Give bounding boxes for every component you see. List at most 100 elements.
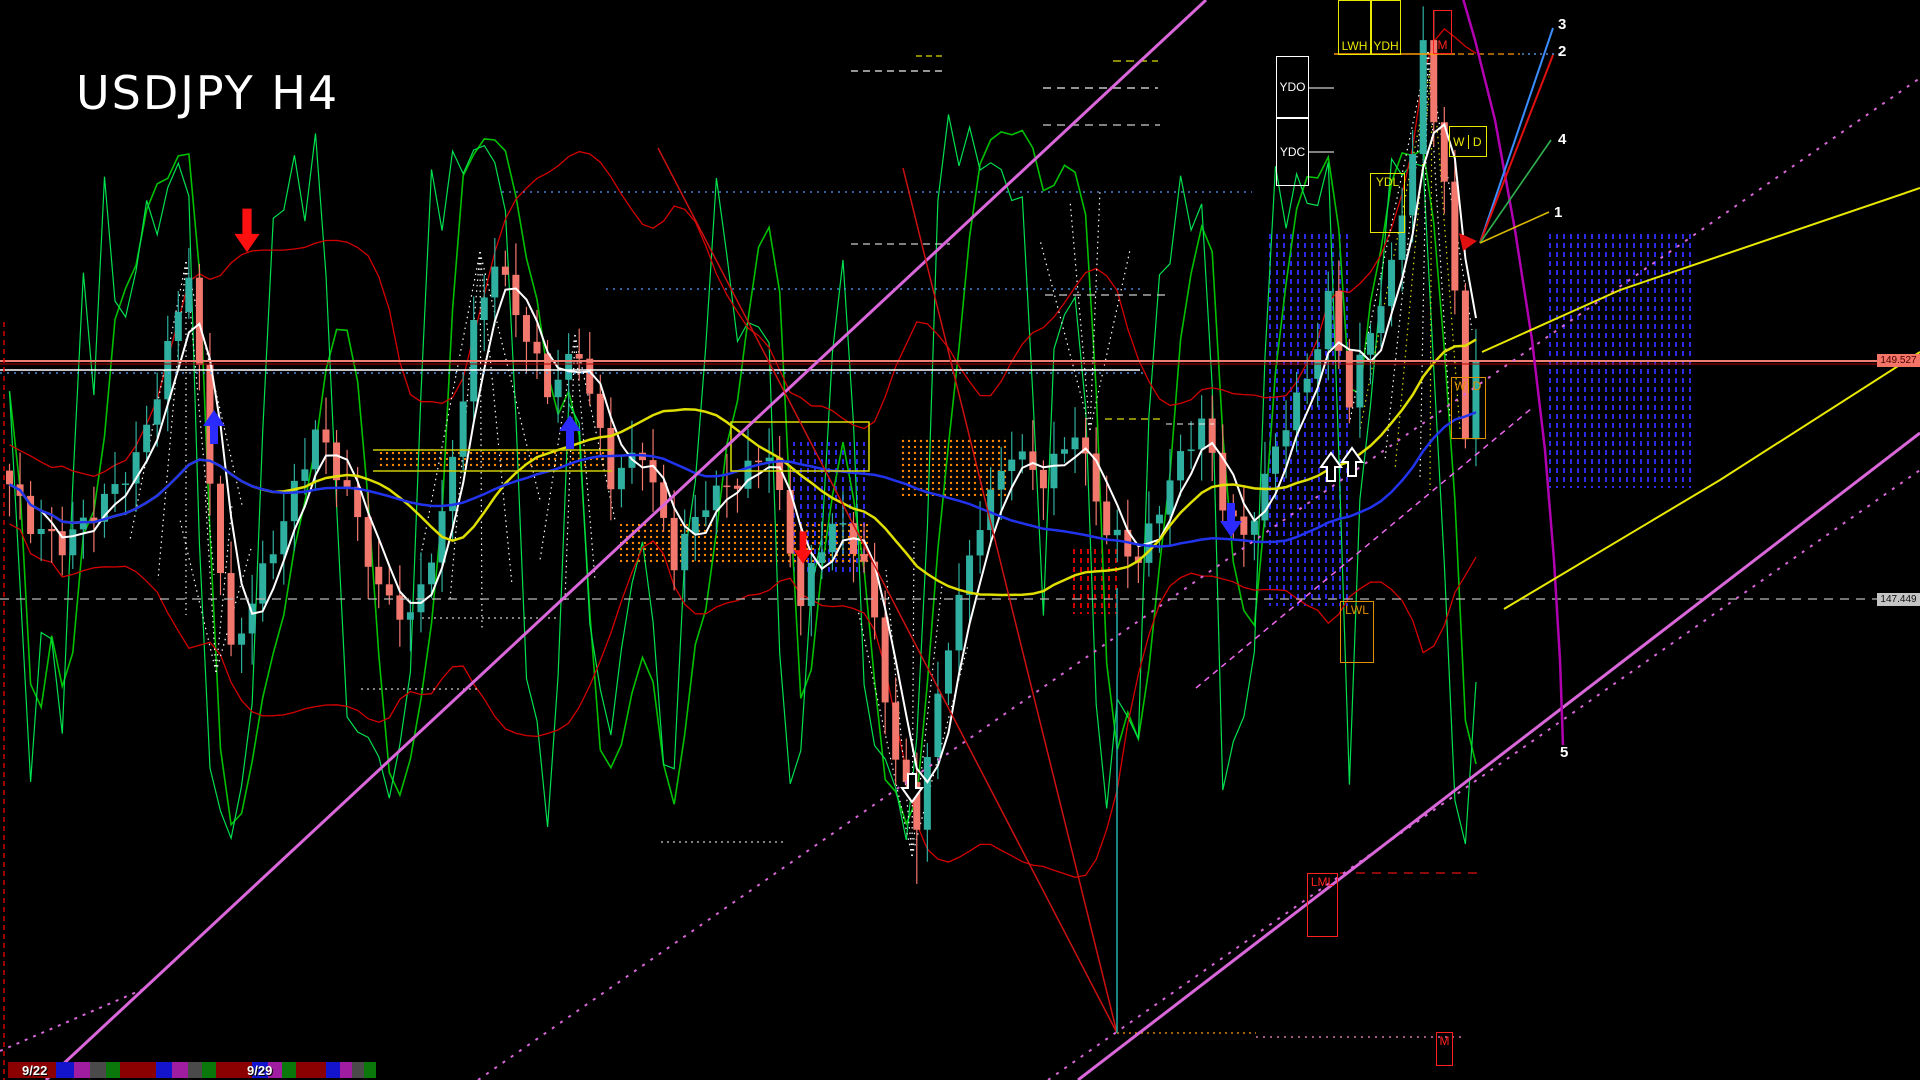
wave-label-3: 3 xyxy=(1558,16,1567,33)
candle-body xyxy=(997,470,1005,490)
candle-body xyxy=(681,533,689,571)
candle-body xyxy=(881,617,889,703)
candle-body xyxy=(892,702,900,760)
candle-body xyxy=(955,594,963,651)
candle-body xyxy=(491,266,499,298)
candle-body xyxy=(1155,514,1163,524)
level-box-lml: LML xyxy=(1307,873,1338,937)
candle-body xyxy=(1113,529,1121,536)
level-box-label: D xyxy=(1468,379,1485,393)
timeline-block xyxy=(74,1062,90,1078)
level-box-label: YDO xyxy=(1279,80,1306,94)
timeline-block xyxy=(296,1062,326,1078)
candle-body xyxy=(217,483,224,574)
level-box-label: W xyxy=(1453,134,1465,149)
candle-body xyxy=(934,693,942,758)
trend-line xyxy=(477,77,1920,1080)
fractal-fan-ray xyxy=(419,251,481,561)
trend-line xyxy=(0,987,147,1052)
candle-body xyxy=(185,277,193,312)
date-label: 9/29 xyxy=(247,1063,273,1078)
candle-body xyxy=(1050,453,1058,489)
candle-body xyxy=(755,460,763,463)
fractal-fan-ray xyxy=(1039,239,1091,431)
candle-body xyxy=(1018,451,1026,460)
candle-body xyxy=(575,353,583,359)
candle-body xyxy=(1451,181,1459,291)
candle-body xyxy=(311,429,319,470)
red-hatch-cloud xyxy=(1070,546,1120,614)
candle-body xyxy=(1198,418,1206,450)
candle-body xyxy=(966,555,974,595)
candle-body xyxy=(1388,259,1396,307)
date-label: 9/22 xyxy=(22,1063,48,1078)
candle-body xyxy=(501,266,509,275)
candle-body xyxy=(364,517,372,567)
candle-body xyxy=(1409,154,1417,216)
candle-body xyxy=(712,485,720,511)
chart-title: USDJPY H4 xyxy=(76,66,340,120)
candle-body xyxy=(944,650,952,694)
candle-body xyxy=(459,401,467,457)
wave-label-4: 4 xyxy=(1558,131,1567,148)
level-box-ydo: YDO xyxy=(1276,56,1309,118)
timeline-block xyxy=(188,1062,202,1078)
timeline-block xyxy=(106,1062,120,1078)
timeline-block xyxy=(282,1062,296,1078)
candle-body xyxy=(428,562,435,585)
candle-body xyxy=(79,517,87,530)
fractal-fan-ray xyxy=(574,334,616,521)
candle-body xyxy=(6,470,13,485)
level-box-ydl: YDL xyxy=(1370,173,1405,233)
candle-body xyxy=(290,480,298,522)
blue-hatch-cloud xyxy=(1267,232,1353,606)
candle-body xyxy=(227,573,235,645)
timeline-block xyxy=(156,1062,172,1078)
candle-body xyxy=(818,552,826,563)
candle-body xyxy=(269,554,277,564)
candle-body xyxy=(301,469,309,481)
candle-body xyxy=(69,529,77,556)
candle-body xyxy=(1356,354,1364,408)
candle-body xyxy=(1240,516,1248,535)
candle-body xyxy=(1103,501,1111,536)
candle-body xyxy=(691,516,699,534)
candle-body xyxy=(406,612,414,620)
candle-body xyxy=(1008,459,1016,471)
candle-body xyxy=(554,379,562,398)
level-box-label: LWH xyxy=(1341,39,1368,53)
level-box-label: YDH xyxy=(1373,39,1399,53)
level-box-wd: WD xyxy=(1451,377,1486,439)
price-chart-canvas[interactable] xyxy=(0,0,1920,1080)
fractal-fan-ray xyxy=(204,489,217,673)
candle-body xyxy=(512,274,520,316)
timeline-block xyxy=(340,1062,352,1078)
candle-body xyxy=(533,341,541,354)
candle-body xyxy=(596,393,604,428)
candle-body xyxy=(1377,306,1385,334)
candle-body xyxy=(1177,451,1185,481)
candle-body xyxy=(702,510,710,517)
candle-body xyxy=(649,460,657,483)
candle-body xyxy=(375,566,383,585)
candle-body xyxy=(828,523,836,553)
candle-body xyxy=(565,353,573,380)
candle-body xyxy=(1282,430,1290,447)
level-box-label: W xyxy=(1454,379,1466,393)
candle-body xyxy=(1293,392,1301,431)
trend-line xyxy=(657,147,1118,1034)
trend-line xyxy=(1047,469,1920,1080)
candle-body xyxy=(522,315,530,342)
candles xyxy=(6,6,1480,884)
candle-body xyxy=(343,480,351,487)
candle-body xyxy=(1071,437,1079,450)
candle-body xyxy=(1366,333,1374,355)
orange-hatch-cloud xyxy=(900,436,1008,496)
level-box-m: M xyxy=(1433,10,1452,54)
candle-body xyxy=(333,442,341,481)
candle-body xyxy=(1250,520,1258,535)
stochastic-line xyxy=(8,129,1477,827)
candle-body xyxy=(923,757,931,830)
timeline-block xyxy=(172,1062,188,1078)
candle-body xyxy=(1303,378,1311,393)
